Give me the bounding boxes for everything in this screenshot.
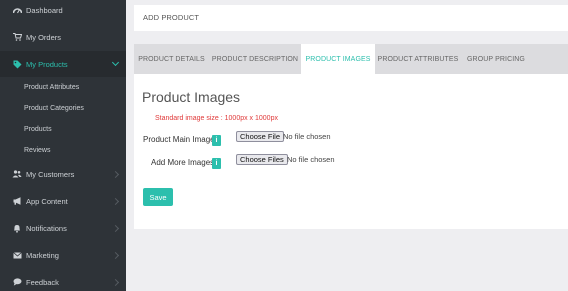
sidebar-item-label: My Customers [26, 169, 75, 179]
sidebar-item-label: Notifications [26, 223, 67, 233]
sidebar-item-my-customers[interactable]: My Customers [0, 161, 126, 187]
tab-bar: PRODUCT DETAILS PRODUCT DESCRIPTION PROD… [134, 44, 568, 74]
choose-main-image-button[interactable]: Choose File [236, 131, 285, 142]
sidebar-item-marketing[interactable]: Marketing [0, 242, 126, 268]
sidebar-subitem-product-categories[interactable]: Product Categories [0, 98, 126, 118]
tab-product-attributes[interactable]: PRODUCT ATTRIBUTES [375, 44, 461, 74]
more-images-file-status: No file chosen [287, 155, 335, 164]
mail-icon [12, 250, 22, 260]
sidebar-item-notifications[interactable]: Notifications [0, 215, 126, 241]
main-image-file-status: No file chosen [283, 132, 331, 141]
sidebar-item-feedback[interactable]: Feedback [0, 269, 126, 291]
chevron-right-icon [111, 224, 120, 232]
sidebar-item-label: Marketing [26, 250, 59, 260]
sidebar-item-label: Dashboard [26, 5, 63, 15]
sidebar-subitem-product-attributes[interactable]: Product Attributes [0, 77, 126, 97]
sidebar-item-my-orders[interactable]: My Orders [0, 24, 126, 50]
chevron-right-icon [111, 278, 120, 286]
chevron-right-icon [111, 251, 120, 259]
chevron-right-icon [111, 170, 120, 178]
page-title: ADD PRODUCT [143, 13, 200, 22]
sidebar-subitem-label: Products [24, 125, 52, 133]
choose-more-images-button[interactable]: Choose Files [236, 154, 288, 165]
chevron-down-icon [111, 58, 120, 67]
tag-icon [12, 59, 22, 69]
sidebar-subitem-products[interactable]: Products [0, 119, 126, 139]
sidebar-item-app-content[interactable]: App Content [0, 188, 126, 214]
image-size-hint: Standard image size : 1000px x 1000px [155, 115, 278, 122]
tab-product-details[interactable]: PRODUCT DETAILS [134, 44, 209, 74]
save-button[interactable]: Save [143, 188, 173, 206]
info-icon[interactable]: i [212, 135, 221, 146]
dashboard-icon [12, 5, 22, 15]
product-images-panel: Product Images Standard image size : 100… [134, 74, 568, 229]
sidebar-item-label: App Content [26, 196, 68, 206]
cart-icon [12, 32, 22, 42]
sidebar-item-my-products[interactable]: My Products [0, 51, 126, 77]
sidebar-subitem-label: Product Attributes [24, 83, 80, 91]
bell-icon [12, 223, 22, 233]
tab-product-description[interactable]: PRODUCT DESCRIPTION [209, 44, 301, 74]
sidebar-item-label: Feedback [26, 277, 59, 287]
chevron-right-icon [111, 197, 120, 205]
tab-product-images[interactable]: PRODUCT IMAGES [301, 44, 375, 74]
sidebar-item-dashboard[interactable]: Dashboard [0, 0, 126, 23]
sidebar: Dashboard My Orders My Products Product … [0, 0, 126, 291]
sidebar-subitem-label: Product Categories [24, 104, 84, 112]
megaphone-icon [12, 196, 22, 206]
sidebar-subitem-label: Reviews [24, 146, 51, 154]
sidebar-subitem-reviews[interactable]: Reviews [0, 140, 126, 160]
users-icon [12, 169, 22, 179]
info-icon[interactable]: i [212, 158, 221, 169]
comment-icon [12, 277, 22, 287]
sidebar-item-label: My Products [26, 59, 68, 69]
main-image-label: Product Main Image [143, 135, 215, 144]
sidebar-item-label: My Orders [26, 32, 62, 42]
page-header: ADD PRODUCT [134, 5, 568, 31]
tab-group-pricing[interactable]: GROUP PRICING [461, 44, 531, 74]
more-images-label: Add More Images [151, 158, 215, 167]
section-heading: Product Images [142, 89, 241, 105]
